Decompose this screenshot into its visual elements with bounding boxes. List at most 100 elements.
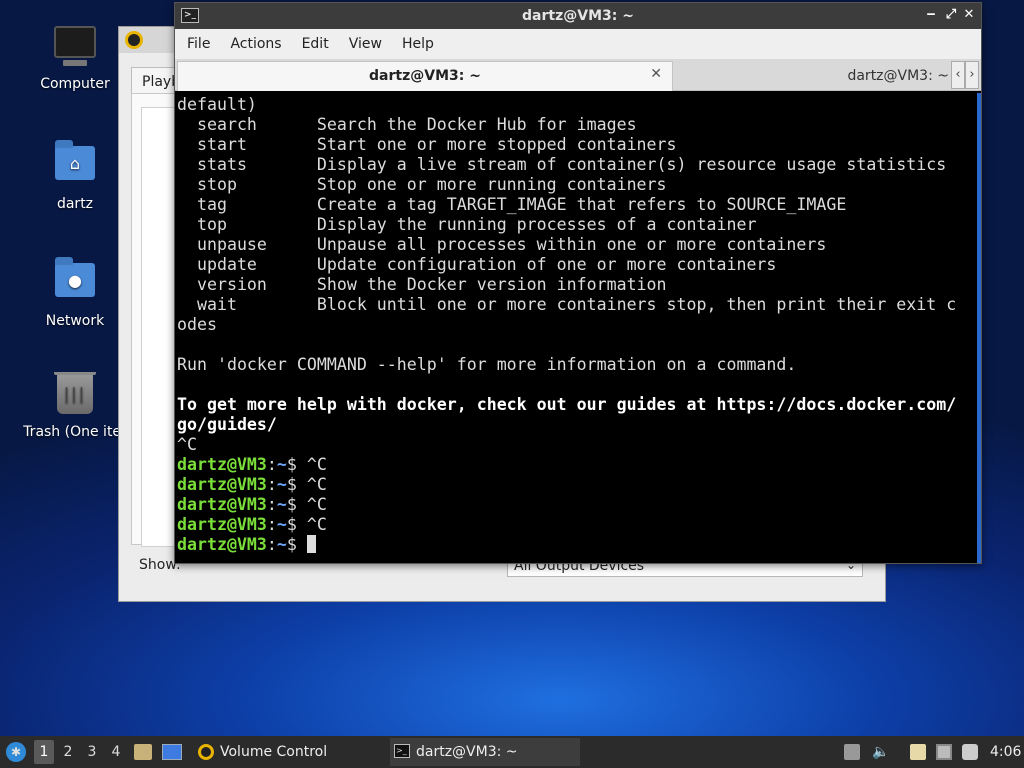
tab-scroll-right-icon[interactable]: › (965, 61, 979, 89)
output-line: version Show the Docker version informat… (177, 275, 667, 294)
menu-file[interactable]: File (177, 36, 220, 52)
prompt-user: dartz@VM3 (177, 515, 267, 534)
terminal-icon: >_ (394, 744, 410, 758)
network-icon[interactable] (936, 744, 952, 760)
output-line: search Search the Docker Hub for images (177, 115, 637, 134)
text-cursor (306, 535, 316, 553)
help-line: To get more help with docker, check out … (177, 395, 957, 414)
desktop-icon-label: dartz (56, 196, 94, 212)
prompt-command: ^C (306, 475, 327, 494)
workspace-1[interactable]: 1 (34, 740, 54, 764)
clock[interactable]: 4:06 (990, 736, 1021, 768)
maximize-icon[interactable]: ⤢ (943, 7, 959, 22)
volume-control-icon (125, 31, 143, 49)
app-menu-icon[interactable]: ✱ (6, 742, 26, 762)
task-terminal[interactable]: >_ dartz@VM3: ~ (390, 738, 580, 766)
prompt-command: ^C (306, 455, 327, 474)
output-line: top Display the running processes of a c… (177, 215, 757, 234)
output-line: wait Block until one or more containers … (177, 295, 957, 314)
prompt-user: dartz@VM3 (177, 535, 267, 554)
desktop-icon-network[interactable]: ● Network (15, 255, 135, 329)
output-line: unpause Unpause all processes within one… (177, 235, 827, 254)
prompt-line: dartz@VM3:~$ ^C (177, 495, 981, 515)
tab-label: dartz@VM3: ~ (369, 68, 481, 84)
prompt-user: dartz@VM3 (177, 455, 267, 474)
home-folder-icon: ⌂ (53, 140, 97, 190)
terminal-titlebar[interactable]: >_ dartz@VM3: ~ ‒ ⤢ ✕ (175, 3, 981, 29)
terminal-tab-1[interactable]: dartz@VM3: ~ ✕ (177, 61, 673, 91)
desktop-icon-computer[interactable]: Computer (15, 22, 135, 92)
output-line: start Start one or more stopped containe… (177, 135, 677, 154)
close-icon[interactable]: ✕ (961, 7, 977, 22)
prompt-path: ~ (276, 515, 287, 534)
prompt-command: ^C (306, 495, 327, 514)
minimize-icon[interactable]: ‒ (923, 7, 939, 22)
prompt-line: dartz@VM3:~$ ^C (177, 455, 981, 475)
terminal-tabbar: dartz@VM3: ~ ✕ dartz@VM3: ~ ‹ › (175, 59, 981, 91)
network-folder-icon: ● (53, 257, 97, 307)
prompt-separator: : (266, 535, 277, 554)
menu-help[interactable]: Help (392, 36, 444, 52)
tab-scroll-left-icon[interactable]: ‹ (951, 61, 965, 89)
prompt-user: dartz@VM3 (177, 475, 267, 494)
prompt-command: ^C (306, 515, 327, 534)
terminal-window[interactable]: >_ dartz@VM3: ~ ‒ ⤢ ✕ File Actions Edit … (174, 2, 982, 564)
desktop-icon-home[interactable]: ⌂ dartz (15, 138, 135, 212)
close-tab-icon[interactable]: ✕ (650, 66, 662, 82)
prompt-line: dartz@VM3:~$ (177, 535, 981, 555)
output-line: default) (177, 95, 257, 114)
prompt-line: dartz@VM3:~$ ^C (177, 515, 981, 535)
task-label: Volume Control (220, 744, 328, 760)
prompt-separator: : (266, 515, 277, 534)
output-line: update Update configuration of one or mo… (177, 255, 777, 274)
prompt-symbol: $ (286, 475, 307, 494)
trash-icon: ||| (53, 372, 97, 418)
interrupt-line: ^C (177, 435, 197, 454)
window-title: dartz@VM3: ~ (522, 8, 634, 24)
help-line: go/guides/ (177, 415, 277, 434)
output-line: stop Stop one or more running containers (177, 175, 667, 194)
prompt-path: ~ (276, 535, 287, 554)
task-volume-control[interactable]: Volume Control (194, 738, 384, 766)
show-desktop-icon[interactable] (162, 744, 182, 760)
prompt-symbol: $ (286, 495, 307, 514)
output-line: Run 'docker COMMAND --help' for more inf… (177, 355, 797, 374)
updates-icon[interactable] (844, 744, 860, 760)
prompt-symbol: $ (286, 455, 307, 474)
prompt-separator: : (266, 455, 277, 474)
prompt-symbol: $ (286, 535, 307, 554)
menu-edit[interactable]: Edit (292, 36, 339, 52)
tab-label: dartz@VM3: ~ (847, 68, 949, 84)
task-label: dartz@VM3: ~ (416, 744, 518, 760)
workspace-2[interactable]: 2 (58, 740, 78, 764)
speaker-icon[interactable]: 🔈 (872, 744, 889, 760)
computer-icon (53, 26, 97, 70)
terminal-scrollbar[interactable] (977, 93, 981, 563)
output-line: tag Create a tag TARGET_IMAGE that refer… (177, 195, 847, 214)
menu-actions[interactable]: Actions (220, 36, 291, 52)
taskbar: ✱ 1 2 3 4 Volume Control >_ dartz@VM3: ~… (0, 736, 1024, 768)
terminal-output[interactable]: default) search Search the Docker Hub fo… (175, 93, 981, 563)
output-line: stats Display a live stream of container… (177, 155, 947, 174)
file-manager-icon[interactable] (134, 744, 152, 760)
prompt-path: ~ (276, 455, 287, 474)
prompt-path: ~ (276, 495, 287, 514)
prompt-user: dartz@VM3 (177, 495, 267, 514)
workspace-3[interactable]: 3 (82, 740, 102, 764)
prompt-symbol: $ (286, 515, 307, 534)
notification-icon[interactable] (962, 744, 978, 760)
prompt-separator: : (266, 495, 277, 514)
prompt-separator: : (266, 475, 277, 494)
volume-control-icon (198, 744, 214, 760)
output-line: odes (177, 315, 217, 334)
terminal-tab-2[interactable]: dartz@VM3: ~ (677, 61, 953, 91)
desktop-icon-trash[interactable]: ||| Trash (One iter (15, 372, 135, 440)
clipboard-icon[interactable] (910, 744, 926, 760)
desktop-icon-label: Network (45, 313, 105, 329)
desktop-icon-label: Trash (One iter (23, 424, 127, 440)
prompt-line: dartz@VM3:~$ ^C (177, 475, 981, 495)
menu-view[interactable]: View (339, 36, 392, 52)
workspace-4[interactable]: 4 (106, 740, 126, 764)
